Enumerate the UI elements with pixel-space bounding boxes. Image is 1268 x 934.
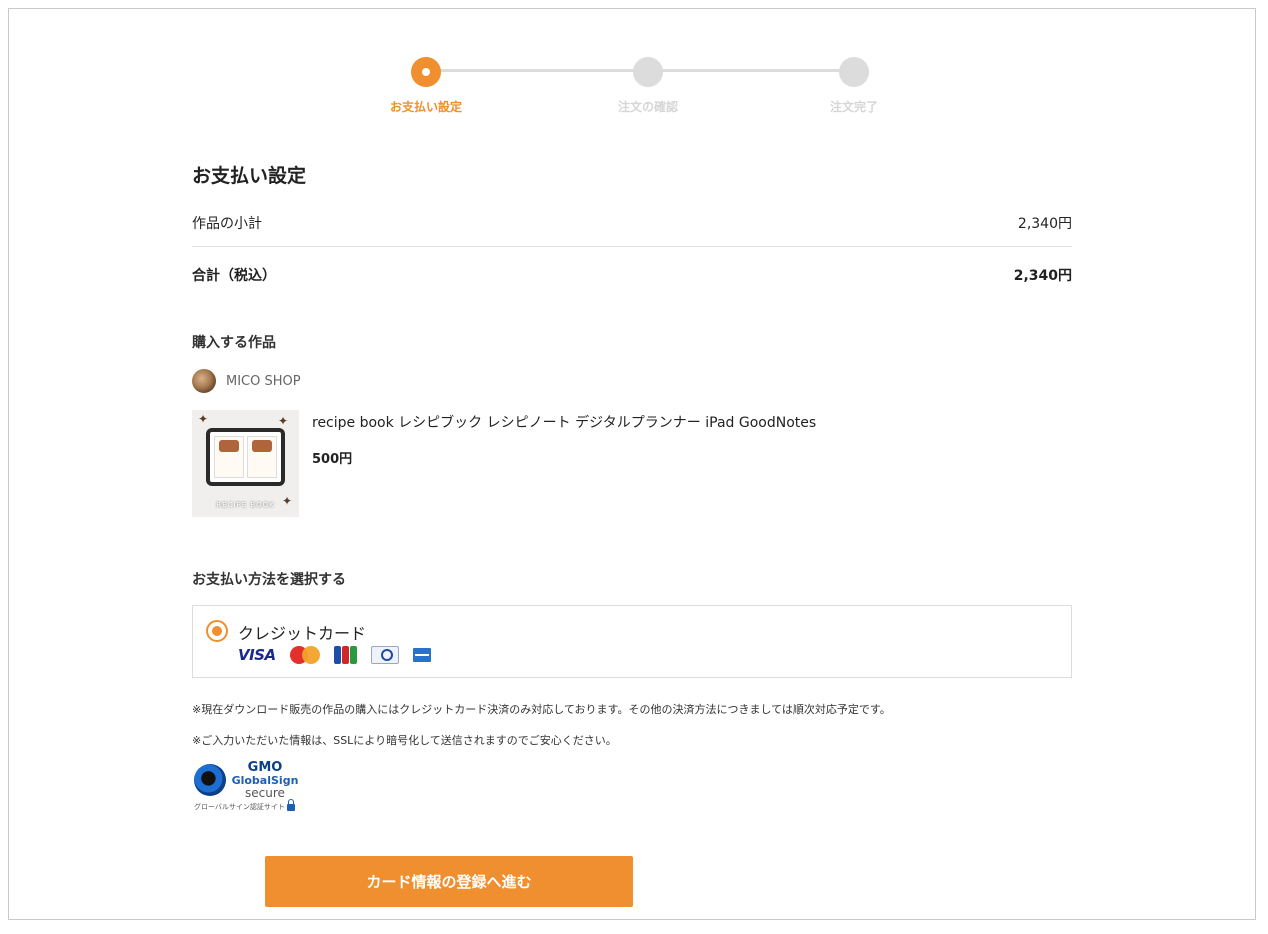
product-price: 500円 bbox=[312, 452, 353, 467]
seal-secure: secure bbox=[245, 786, 285, 800]
seal-caption-row: グローバルサイン認証サイト bbox=[194, 798, 295, 812]
diners-club-logo-icon bbox=[370, 646, 399, 664]
payment-note: ※現在ダウンロード販売の作品の購入にはクレジットカード決済のみ対応しております。… bbox=[192, 703, 891, 716]
step-1-dot bbox=[411, 57, 441, 87]
tablet-illustration bbox=[206, 428, 285, 486]
subtotal-value: 2,340円 bbox=[1017, 216, 1072, 232]
step-3-dot bbox=[839, 57, 869, 87]
ssl-note: ※ご入力いただいた情報は、SSLにより暗号化して送信されますのでご安心ください。 bbox=[192, 734, 617, 747]
items-heading: 購入する作品 bbox=[192, 335, 276, 351]
total-row: 合計（税込） 2,340円 bbox=[192, 265, 1072, 285]
step-1-label: お支払い設定 bbox=[389, 100, 462, 114]
summary-divider bbox=[192, 246, 1072, 247]
step-3-label: 注文完了 bbox=[829, 100, 878, 114]
step-2-label: 注文の確認 bbox=[617, 100, 678, 114]
product-name-link[interactable]: recipe book レシピブック レシピノート デジタルプランナー iPad… bbox=[312, 412, 816, 432]
checkout-page: お支払い設定 注文の確認 注文完了 お支払い設定 作品の小計 2,340円 合計… bbox=[8, 8, 1256, 920]
step-2-dot bbox=[633, 57, 663, 87]
seal-caption: グローバルサイン認証サイト bbox=[194, 803, 285, 811]
shop-link[interactable]: MICO SHOP bbox=[192, 369, 301, 393]
globalsign-seal[interactable]: GMO GlobalSign secure グローバルサイン認証サイト bbox=[194, 758, 304, 818]
credit-card-radio[interactable] bbox=[206, 620, 228, 642]
jcb-logo-icon bbox=[333, 646, 357, 664]
total-label: 合計（税込） bbox=[192, 268, 276, 284]
spice-decoration: ✦ bbox=[198, 412, 209, 426]
payment-heading: お支払い方法を選択する bbox=[192, 572, 346, 588]
thumbnail-caption: RECIPE BOOK bbox=[216, 501, 275, 509]
spice-decoration: ✦ bbox=[278, 414, 289, 428]
step-connector bbox=[439, 69, 647, 72]
step-connector bbox=[647, 69, 855, 72]
register-card-button[interactable]: カード情報の登録へ進む bbox=[265, 856, 633, 907]
payment-method-option[interactable]: クレジットカード VISA bbox=[192, 605, 1072, 678]
globalsign-eye-icon bbox=[194, 764, 226, 796]
product-thumbnail[interactable]: ✦ ✦ ✦ RECIPE BOOK bbox=[192, 410, 299, 517]
total-value: 2,340円 bbox=[1013, 268, 1072, 284]
page-title: お支払い設定 bbox=[192, 165, 307, 187]
card-brand-logos: VISA bbox=[238, 646, 431, 664]
subtotal-row: 作品の小計 2,340円 bbox=[192, 213, 1072, 233]
progress-stepper: お支払い設定 注文の確認 注文完了 bbox=[9, 9, 1257, 119]
lock-icon bbox=[286, 798, 295, 811]
credit-card-label[interactable]: クレジットカード bbox=[238, 620, 366, 644]
mastercard-logo-icon bbox=[289, 646, 320, 664]
seal-brand: GMO bbox=[247, 760, 283, 775]
amex-logo-icon bbox=[412, 648, 431, 662]
subtotal-label: 作品の小計 bbox=[192, 216, 262, 232]
shop-avatar bbox=[192, 369, 216, 393]
shop-name: MICO SHOP bbox=[226, 373, 301, 389]
visa-logo-icon: VISA bbox=[238, 646, 276, 664]
